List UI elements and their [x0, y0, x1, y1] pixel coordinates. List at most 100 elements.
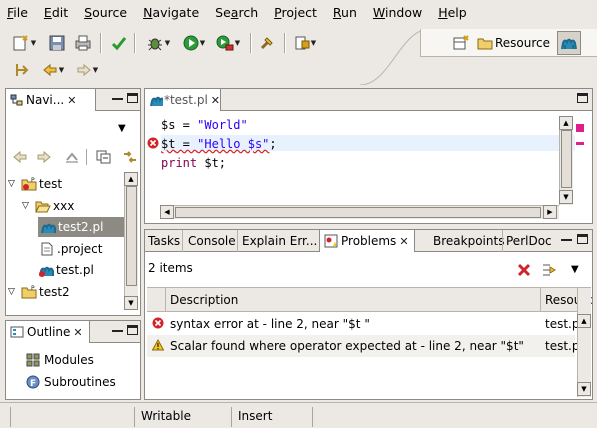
- new-wizard-button[interactable]: ▼: [8, 32, 40, 54]
- perspective-perl[interactable]: [557, 31, 581, 55]
- menu-help[interactable]: Help: [431, 0, 476, 26]
- expanded-twisty-icon[interactable]: ▽: [8, 287, 18, 297]
- up-icon[interactable]: [64, 150, 80, 164]
- tree-item-test-pl[interactable]: test.pl: [38, 260, 94, 280]
- forward-icon[interactable]: [36, 150, 52, 164]
- code-line-1[interactable]: $s = "World": [161, 117, 248, 133]
- menu-file[interactable]: File: [0, 0, 37, 26]
- tab-breakpoints[interactable]: Breakpoints: [433, 230, 504, 252]
- tree-item-label: test: [39, 177, 63, 191]
- problem-description: syntax error at - line 2, near "$t ": [170, 317, 370, 331]
- scroll-up-button[interactable]: ▲: [559, 116, 573, 130]
- outline-view: Outline ✕ Modules F Subroutines: [5, 320, 141, 400]
- expanded-twisty-icon[interactable]: ▽: [8, 179, 18, 189]
- tab-explain-errors[interactable]: Explain Err...: [242, 230, 317, 252]
- view-menu-icon[interactable]: ▼: [118, 123, 126, 134]
- code-line-2[interactable]: $t = "Hello $s";: [161, 136, 277, 152]
- tree-item-xxx[interactable]: ▽ xxx: [22, 196, 74, 216]
- scroll-thumb[interactable]: [126, 186, 137, 286]
- outline-item-subroutines[interactable]: F Subroutines: [26, 372, 116, 392]
- code-line-3[interactable]: print $t;: [161, 155, 226, 171]
- menu-project[interactable]: Project: [267, 0, 326, 26]
- close-icon[interactable]: ✕: [399, 235, 408, 248]
- scroll-left-button[interactable]: ◀: [160, 205, 174, 219]
- tree-item-test[interactable]: ▽ P test: [8, 174, 62, 194]
- filter-icon[interactable]: [541, 262, 557, 278]
- scroll-up-button[interactable]: ▲: [124, 172, 138, 186]
- delete-icon[interactable]: [517, 263, 531, 277]
- maximize-button[interactable]: [127, 325, 138, 335]
- overview-annotation-marker[interactable]: [576, 142, 584, 145]
- outline-item-modules[interactable]: Modules: [26, 350, 94, 370]
- table-row[interactable]: syntax error at - line 2, near "$t " tes…: [147, 313, 583, 335]
- editor-vscrollbar[interactable]: ▲ ▼: [559, 116, 573, 205]
- minimize-button[interactable]: [112, 93, 123, 100]
- scroll-right-button[interactable]: ▶: [543, 205, 557, 219]
- maximize-button[interactable]: [577, 93, 588, 103]
- toolbar-separator: [134, 33, 136, 53]
- scroll-thumb[interactable]: [561, 130, 572, 188]
- menu-window[interactable]: Window: [366, 0, 431, 26]
- column-divider: [165, 288, 166, 312]
- validate-button[interactable]: [108, 32, 130, 54]
- menu-edit[interactable]: Edit: [37, 0, 77, 26]
- open-type-button[interactable]: ▼: [290, 32, 320, 54]
- editor-hscrollbar[interactable]: ◀ ▶: [160, 205, 559, 219]
- tab-tasks[interactable]: Tasks: [148, 230, 180, 252]
- code-token-error: "Hello $s": [197, 137, 270, 151]
- save-button[interactable]: [46, 32, 68, 54]
- scroll-down-button[interactable]: ▼: [559, 190, 573, 204]
- forward-button[interactable]: ▼: [72, 59, 102, 81]
- tab-navigator[interactable]: Navi... ✕: [6, 89, 96, 111]
- tree-item-test2[interactable]: ▽ P test2: [8, 282, 70, 302]
- scroll-up-button[interactable]: ▲: [577, 314, 591, 328]
- navigator-tabbar: Navi... ✕: [6, 89, 140, 111]
- expanded-twisty-icon[interactable]: ▽: [22, 201, 32, 211]
- error-marker-icon[interactable]: [147, 137, 159, 149]
- scroll-down-button[interactable]: ▼: [124, 296, 138, 310]
- collapse-all-icon[interactable]: [96, 150, 112, 164]
- minimize-button[interactable]: [561, 234, 572, 241]
- problems-vscrollbar[interactable]: ▲ ▼: [577, 287, 591, 397]
- scroll-thumb[interactable]: [175, 207, 541, 218]
- view-menu-icon[interactable]: ▼: [571, 264, 579, 275]
- tab-problems[interactable]: Problems ✕: [319, 230, 415, 252]
- last-edit-button[interactable]: [10, 59, 32, 81]
- menu-source[interactable]: Source: [77, 0, 136, 26]
- search-button[interactable]: [256, 32, 278, 54]
- tree-item-test2-pl[interactable]: test2.pl: [38, 217, 124, 237]
- tab-outline[interactable]: Outline ✕: [6, 321, 90, 343]
- column-description[interactable]: Description: [170, 293, 238, 307]
- menu-navigate[interactable]: Navigate: [136, 0, 208, 26]
- back-button[interactable]: ▼: [38, 59, 68, 81]
- back-icon[interactable]: [12, 150, 28, 164]
- link-editor-icon[interactable]: [122, 150, 138, 164]
- outline-item-label: Subroutines: [44, 375, 116, 389]
- scroll-down-button[interactable]: ▼: [577, 382, 591, 396]
- menu-run[interactable]: Run: [326, 0, 366, 26]
- table-row[interactable]: Scalar found where operator expected at …: [147, 335, 583, 357]
- external-tools-button[interactable]: ▼: [212, 32, 244, 54]
- menu-bar: File Edit Source Navigate Search Project Run Wi…: [0, 0, 597, 26]
- code-token: "World": [197, 118, 248, 132]
- debug-button[interactable]: ▼: [142, 32, 174, 54]
- close-icon[interactable]: ✕: [73, 326, 82, 339]
- tab-perldoc[interactable]: PerlDoc: [506, 230, 552, 252]
- close-icon[interactable]: ✕: [211, 94, 220, 107]
- close-icon[interactable]: ✕: [67, 94, 76, 107]
- tree-item-project[interactable]: .project: [40, 239, 102, 259]
- maximize-button[interactable]: [577, 234, 588, 244]
- navigator-scrollbar[interactable]: ▲ ▼: [124, 172, 138, 310]
- open-perspective-button[interactable]: [451, 32, 471, 54]
- maximize-button[interactable]: [127, 93, 138, 103]
- tab-test-pl[interactable]: *test.pl ✕: [145, 89, 221, 111]
- print-button[interactable]: [72, 32, 94, 54]
- file-icon: [41, 242, 53, 256]
- perspective-resource[interactable]: Resource: [477, 32, 551, 54]
- menu-search[interactable]: Search: [208, 0, 267, 26]
- tab-console[interactable]: Console: [188, 230, 236, 252]
- tree-item-label: test2.pl: [58, 220, 104, 234]
- overview-error-marker[interactable]: [576, 124, 584, 132]
- run-button[interactable]: ▼: [178, 32, 210, 54]
- minimize-button[interactable]: [112, 325, 123, 332]
